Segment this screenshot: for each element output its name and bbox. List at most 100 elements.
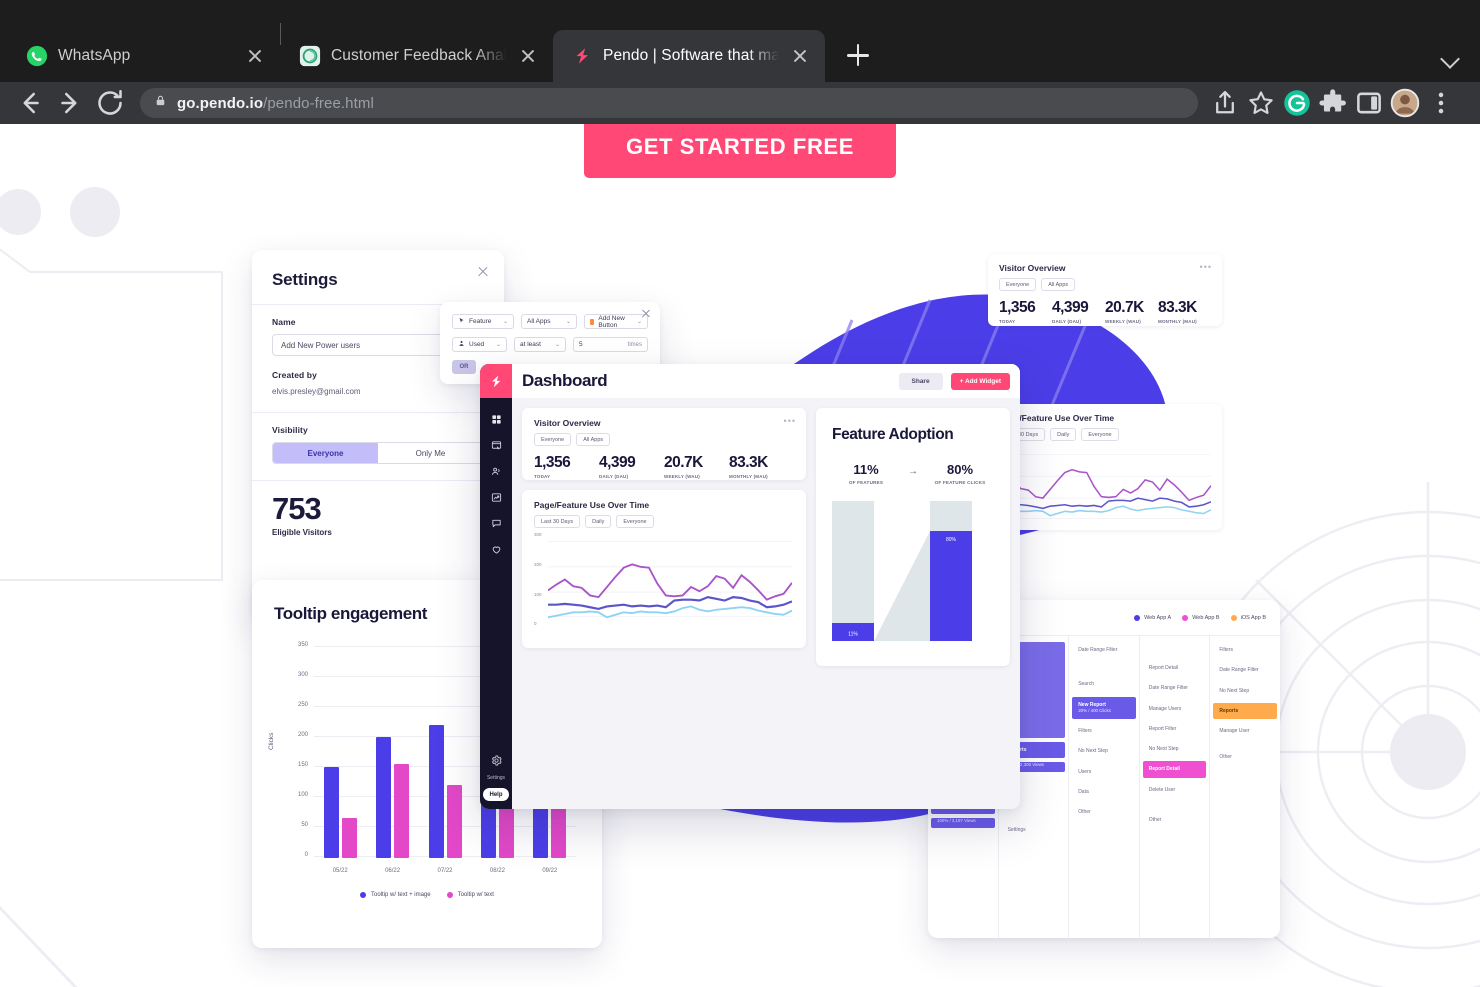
feedback-icon <box>491 519 501 527</box>
stat-value: 1,356 <box>534 454 571 471</box>
path-node[interactable]: Data <box>1072 784 1136 800</box>
sidebar-item-settings[interactable] <box>480 747 512 773</box>
path-node: Other <box>1143 812 1207 828</box>
bar-series-a[interactable] <box>323 767 339 858</box>
path-node-label: Date Range Filter <box>1148 685 1188 692</box>
path-node[interactable]: Report Detail <box>1142 761 1207 778</box>
path-node[interactable]: Date Range Filter <box>1143 680 1207 696</box>
bar-series-a[interactable] <box>428 725 444 858</box>
path-node[interactable]: Manage Users <box>1143 701 1207 717</box>
path-node[interactable]: Reports <box>1213 702 1277 719</box>
chip-everyone[interactable]: Everyone <box>534 433 572 446</box>
close-icon[interactable] <box>641 309 651 319</box>
overflow-menu-icon[interactable]: ••• <box>784 416 796 426</box>
tab-close-icon[interactable] <box>517 45 539 67</box>
visibility-option-only-me[interactable]: Only Me <box>378 443 483 463</box>
tab-close-icon[interactable] <box>244 45 266 67</box>
bar-series-b[interactable] <box>341 818 357 858</box>
help-button[interactable]: Help <box>483 788 509 801</box>
path-node[interactable]: Manage User <box>1213 723 1277 739</box>
settings-header: Settings <box>252 250 504 304</box>
path-node-label: Manage User <box>1219 728 1250 734</box>
get-started-free-button[interactable]: GET STARTED FREE <box>584 124 896 178</box>
profile-avatar-icon[interactable] <box>1388 86 1422 120</box>
operator-select[interactable]: at least ⌄ <box>514 337 566 352</box>
tab-customer-feedback-analytics[interactable]: Customer Feedback Analytics T <box>281 30 553 82</box>
path-node[interactable]: Filters <box>1213 642 1277 658</box>
bookmark-star-icon[interactable] <box>1244 86 1278 120</box>
dashboard-widgets: Visitor Overview ••• Everyone All Apps 1… <box>512 398 1020 676</box>
sidebar-item-dashboard[interactable] <box>480 406 512 432</box>
target-select[interactable]: Add New Button ⌄ <box>584 314 648 329</box>
chip-all-apps[interactable]: All Apps <box>576 433 611 446</box>
address-bar[interactable]: go.pendo.io/pendo-free.html <box>140 88 1198 118</box>
adoption-summary: 11% OF FEATURES → 80% OF FEATURE CLICKS <box>832 462 994 485</box>
chip-daily[interactable]: Daily <box>585 515 612 528</box>
path-card-legend: Web App A Web App B iOS App B <box>1134 614 1266 621</box>
sidebar-item-nps[interactable] <box>480 536 512 562</box>
chip-everyone[interactable]: Everyone <box>616 515 654 528</box>
sidebar-item-people[interactable] <box>480 458 512 484</box>
orange-square-icon <box>590 318 595 325</box>
share-button[interactable]: Share <box>898 372 943 390</box>
path-node[interactable]: New Report 20% / 400 Clicks <box>1072 696 1136 719</box>
grammarly-icon[interactable] <box>1280 86 1314 120</box>
bar-series-b[interactable] <box>446 785 462 858</box>
tab-close-icon[interactable] <box>789 45 811 67</box>
path-node[interactable]: Report Detail <box>1143 660 1207 676</box>
close-icon[interactable] <box>476 265 490 279</box>
chip-everyone[interactable]: Everyone <box>1081 428 1119 441</box>
dashboard-window: Settings Help Dashboard Share + Add Widg… <box>480 364 1020 809</box>
count-input[interactable]: 5 times <box>573 337 648 352</box>
back-arrow-icon[interactable] <box>12 85 48 121</box>
tab-whatsapp[interactable]: WhatsApp <box>8 30 280 82</box>
rule-type-label: Feature <box>469 318 492 325</box>
or-button[interactable]: OR <box>452 360 476 374</box>
chip-everyone[interactable]: Everyone <box>999 278 1037 291</box>
forward-arrow-icon[interactable] <box>52 85 88 121</box>
bar-series-b[interactable] <box>394 764 410 858</box>
path-node[interactable]: Users <box>1072 764 1136 780</box>
path-node[interactable]: Delete User <box>1143 782 1207 798</box>
card-title: Page/Feature Use Over Time <box>999 413 1115 423</box>
share-icon[interactable] <box>1208 86 1242 120</box>
stat-value: 20.7K <box>1105 299 1144 316</box>
path-node[interactable]: Date Range Filter <box>1072 642 1136 658</box>
legend-tooltip-text: Tooltip w/ text <box>446 892 494 898</box>
sidebar-item-guides[interactable] <box>480 432 512 458</box>
reload-icon[interactable] <box>92 85 128 121</box>
chrome-menu-icon[interactable] <box>1424 86 1458 120</box>
sidebar-item-feedback[interactable] <box>480 510 512 536</box>
visibility-toggle[interactable]: Everyone Only Me <box>272 442 484 464</box>
path-node-label: No Next Step <box>1148 746 1179 752</box>
visibility-option-everyone[interactable]: Everyone <box>273 443 378 463</box>
bar-series-a[interactable] <box>376 737 392 858</box>
side-panel-icon[interactable] <box>1352 86 1386 120</box>
rule-type-select[interactable]: Feature ⌄ <box>452 314 514 329</box>
tab-pendo[interactable]: Pendo | Software that makes yo <box>553 30 825 82</box>
chip-all-apps[interactable]: All Apps <box>1041 278 1076 291</box>
extensions-puzzle-icon[interactable] <box>1316 86 1350 120</box>
stat-value: 20.7K <box>664 454 703 471</box>
y-tick: 200 <box>297 732 308 738</box>
chevron-down-icon: ⌄ <box>495 342 501 348</box>
sidebar-item-analytics[interactable] <box>480 484 512 510</box>
legend-dot <box>446 892 453 898</box>
chevron-down-icon[interactable] <box>1438 46 1462 70</box>
dashboard-topbar: Dashboard Share + Add Widget <box>512 364 1020 398</box>
new-tab-button[interactable] <box>837 34 879 76</box>
app-select[interactable]: All Apps ⌄ <box>521 314 577 329</box>
chip-daily[interactable]: Daily <box>1050 428 1077 441</box>
count-unit: times <box>627 341 642 348</box>
condition-select[interactable]: Used ⌄ <box>452 337 507 352</box>
path-node[interactable]: Settings <box>1002 822 1066 838</box>
path-node[interactable]: Filters <box>1072 723 1136 739</box>
path-node[interactable]: Report Filter <box>1143 721 1207 737</box>
chip-last-30-days[interactable]: Last 30 Days <box>534 515 581 528</box>
overflow-menu-icon[interactable]: ••• <box>1200 262 1212 272</box>
y-tick: 250 <box>297 702 308 708</box>
path-node[interactable]: Search <box>1072 676 1136 692</box>
add-widget-button[interactable]: + Add Widget <box>950 372 1010 390</box>
path-node[interactable]: Date Range Filter <box>1213 662 1277 678</box>
chart-legend: Tooltip w/ text + image Tooltip w/ text <box>274 892 580 898</box>
